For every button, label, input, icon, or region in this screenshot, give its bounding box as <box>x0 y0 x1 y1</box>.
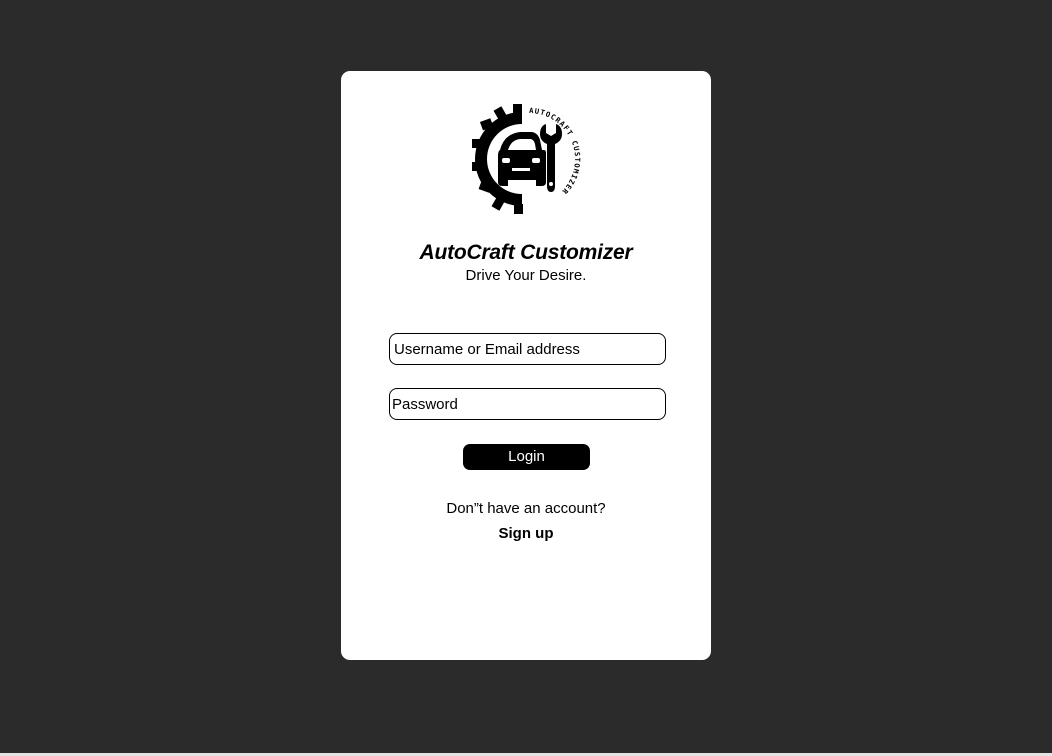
signup-link[interactable]: Sign up <box>341 525 711 542</box>
login-button[interactable]: Login <box>463 444 590 470</box>
password-input[interactable] <box>390 389 657 419</box>
autocraft-logo-icon: AUTOCRAFT CUSTOMIZER <box>472 104 581 214</box>
page-background: AUTOCRAFT CUSTOMIZER AutoCraft Customize… <box>0 0 1052 756</box>
no-account-text: Don”t have an account? <box>446 500 606 517</box>
username-input[interactable] <box>390 334 659 364</box>
password-field-wrapper <box>389 388 666 420</box>
login-card: AUTOCRAFT CUSTOMIZER AutoCraft Customize… <box>341 71 711 660</box>
app-title: AutoCraft Customizer <box>419 241 633 264</box>
username-field-wrapper <box>389 333 666 365</box>
app-tagline: Drive Your Desire. <box>465 267 587 284</box>
